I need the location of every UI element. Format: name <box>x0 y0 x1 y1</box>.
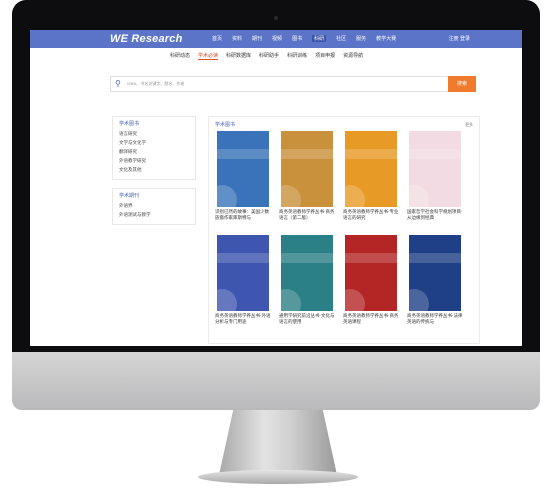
nav-item-research[interactable]: 科研 <box>312 35 327 42</box>
panel-title: 学术图书 <box>215 122 236 128</box>
subnav-item-resource-nav[interactable]: 资源导航 <box>343 52 363 60</box>
book-caption[interactable]: 商务英语教师学养丛书·商务英语课程 <box>343 313 401 325</box>
nav-item-videos[interactable]: 视频 <box>272 35 282 42</box>
book-cover[interactable] <box>345 235 397 311</box>
book-cover[interactable] <box>345 131 397 207</box>
monitor-frame: WE Research 首页 资料 期刊 视频 图书 科研 社区 服务 教学大赛… <box>12 0 540 410</box>
search-icon: ⚲ <box>115 79 121 88</box>
book-cover[interactable] <box>409 131 461 207</box>
sidebar-item-culture[interactable]: 文化及其他 <box>119 167 189 173</box>
sidebar-item-teaching[interactable]: 外语教学研究 <box>119 158 189 164</box>
book-caption[interactable]: 商务英语教师学养丛书·商务语言（第二版） <box>279 209 337 221</box>
top-navigation-bar: WE Research 首页 资料 期刊 视频 图书 科研 社区 服务 教学大赛… <box>30 30 522 48</box>
nav-item-books[interactable]: 图书 <box>292 35 302 42</box>
monitor-chin <box>12 352 540 410</box>
book-cover[interactable] <box>409 235 461 311</box>
book-cover[interactable] <box>217 235 269 311</box>
nav-item-services[interactable]: 服务 <box>356 35 366 42</box>
camera-icon <box>274 16 278 20</box>
sidebar-item-testing[interactable]: 外语测试与教学 <box>119 212 189 218</box>
subnav-item-must-read[interactable]: 学术必读 <box>198 52 219 60</box>
search-placeholder: ISBN、书名关键字、题名、作者 <box>127 81 185 86</box>
login-register-link[interactable]: 注册 登录 <box>449 35 470 42</box>
subnav-item-assistant[interactable]: 科研助手 <box>259 52 279 60</box>
sidebar-item-foreign-language-world[interactable]: 外语界 <box>119 203 189 209</box>
book-caption[interactable]: 通用学研究前沿丛书·文化与语言的使用 <box>279 313 337 325</box>
search-button[interactable]: 搜索 <box>448 76 476 92</box>
nav-item-journals[interactable]: 期刊 <box>252 35 262 42</box>
book-cover[interactable] <box>217 131 269 207</box>
category-sidebar: 学术图书 语言研究 文学与文化学 翻译研究 外语教学研究 文化及其他 学术期刊 … <box>112 116 196 233</box>
monitor-stand <box>219 410 337 474</box>
book-cover[interactable] <box>281 235 333 311</box>
app-logo[interactable]: WE Research <box>110 33 183 45</box>
book-caption[interactable]: 国家哲学社会科学规划项目·从边缘到经典 <box>407 209 465 221</box>
book-cover[interactable] <box>281 131 333 207</box>
monitor-base <box>198 470 358 484</box>
sub-navigation: 科研动态 学术必读 科研数据库 科研助手 科研训练 项目申报 资源导航 <box>170 52 363 60</box>
nav-item-contest[interactable]: 教学大赛 <box>376 35 396 42</box>
subnav-item-news[interactable]: 科研动态 <box>170 52 190 60</box>
book-caption[interactable]: 识别已然的故事：美国少数族裔作家库斯特与 <box>215 209 273 221</box>
nav-item-resources[interactable]: 资料 <box>232 35 242 42</box>
subnav-item-training[interactable]: 科研训练 <box>287 52 307 60</box>
sidebar-item-linguistics[interactable]: 语言研究 <box>119 131 189 137</box>
more-link[interactable]: 更多 <box>465 122 473 128</box>
search-input[interactable]: ⚲ ISBN、书名关键字、题名、作者 <box>110 76 450 92</box>
sidebar-group-title[interactable]: 学术图书 <box>119 120 189 127</box>
subnav-item-database[interactable]: 科研数据库 <box>226 52 251 60</box>
monitor-bezel: WE Research 首页 资料 期刊 视频 图书 科研 社区 服务 教学大赛… <box>12 0 540 352</box>
nav-item-home[interactable]: 首页 <box>212 35 222 42</box>
book-caption[interactable]: 商务英语教师学养丛书·法律英语的传统与 <box>407 313 465 325</box>
nav-item-community[interactable]: 社区 <box>336 35 346 42</box>
main-nav: 首页 资料 期刊 视频 图书 科研 社区 服务 教学大赛 <box>212 35 396 42</box>
sidebar-item-literature[interactable]: 文学与文化学 <box>119 140 189 146</box>
subnav-item-projects[interactable]: 项目申报 <box>315 52 335 60</box>
screen: WE Research 首页 资料 期刊 视频 图书 科研 社区 服务 教学大赛… <box>30 30 522 346</box>
sidebar-group-journals: 学术期刊 外语界 外语测试与教学 <box>112 188 196 225</box>
book-caption[interactable]: 商务英语教师学养丛书·外语分析与专门用途 <box>215 313 273 325</box>
sidebar-group-title[interactable]: 学术期刊 <box>119 192 189 199</box>
book-caption[interactable]: 商务英语教师学养丛书·专业语言的研究 <box>343 209 401 221</box>
book-panel: 学术图书 更多 识别已然的故事：美国少数族裔作家库斯特与 商务英语教师学养丛书·… <box>208 116 480 344</box>
sidebar-item-translation[interactable]: 翻译研究 <box>119 149 189 155</box>
sidebar-group-books: 学术图书 语言研究 文学与文化学 翻译研究 外语教学研究 文化及其他 <box>112 116 196 180</box>
